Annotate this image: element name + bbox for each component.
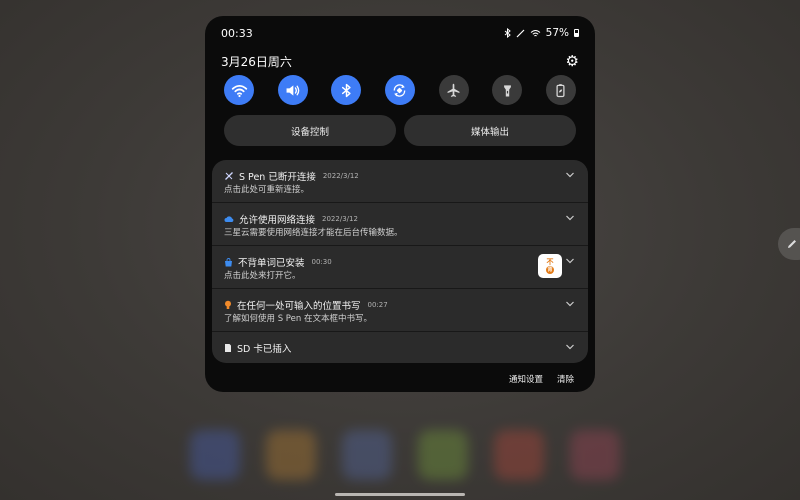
sound-icon bbox=[286, 84, 300, 96]
lightbulb-icon bbox=[225, 300, 231, 309]
chevron-down-icon[interactable] bbox=[565, 343, 575, 351]
status-icons: 57% bbox=[504, 27, 579, 39]
power-saving-toggle[interactable] bbox=[545, 75, 576, 105]
bluetooth-toggle[interactable] bbox=[331, 75, 362, 105]
device-control-button[interactable]: 设备控制 bbox=[224, 115, 396, 146]
notification-title: 不背单词已安装 bbox=[238, 258, 305, 269]
airplane-icon bbox=[447, 83, 460, 97]
pen-icon bbox=[788, 240, 796, 248]
notification-time: 00:27 bbox=[367, 301, 388, 309]
notification-item[interactable]: SD 卡已插入 bbox=[212, 332, 588, 363]
background-dock bbox=[190, 430, 620, 490]
spen-status-icon bbox=[516, 29, 525, 37]
pill-button-row: 设备控制 媒体输出 bbox=[224, 115, 576, 146]
battery-saver-icon bbox=[556, 83, 565, 97]
spen-icon bbox=[225, 172, 233, 180]
notification-title: S Pen 已断开连接 bbox=[239, 172, 316, 183]
notification-time: 00:30 bbox=[311, 258, 332, 266]
sound-toggle[interactable] bbox=[277, 75, 308, 105]
panel-footer: 通知设置 清除 bbox=[509, 373, 574, 385]
flashlight-toggle[interactable] bbox=[492, 75, 523, 105]
clear-button[interactable]: 清除 bbox=[557, 373, 574, 385]
wifi-toggle[interactable] bbox=[224, 75, 254, 105]
notification-item[interactable]: S Pen 已断开连接 2022/3/12 点击此处可重新连接。 bbox=[212, 160, 588, 203]
battery-icon bbox=[574, 29, 579, 37]
notification-time: 2022/3/12 bbox=[322, 215, 358, 223]
notification-title: SD 卡已插入 bbox=[237, 344, 292, 355]
notification-list: S Pen 已断开连接 2022/3/12 点击此处可重新连接。 允许使用网络连… bbox=[212, 160, 588, 363]
date-row: 3月26日周六 ⚙ bbox=[221, 52, 579, 70]
quick-settings-row bbox=[224, 75, 576, 105]
cloud-icon bbox=[224, 216, 234, 222]
notification-text: 点击此处可重新连接。 bbox=[224, 185, 310, 195]
notification-item[interactable]: 在任何一处可输入的位置书写 00:27 了解如何使用 S Pen 在文本框中书写… bbox=[212, 289, 588, 332]
chevron-down-icon[interactable] bbox=[565, 214, 575, 222]
notification-title: 在任何一处可输入的位置书写 bbox=[237, 301, 361, 312]
gear-icon[interactable]: ⚙ bbox=[566, 53, 579, 69]
notification-item[interactable]: 允许使用网络连接 2022/3/12 三星云需要使用网络连接才能在后台传输数据。 bbox=[212, 203, 588, 246]
auto-rotate-icon bbox=[394, 83, 406, 97]
wifi-icon bbox=[231, 84, 247, 97]
app-store-icon bbox=[225, 257, 232, 266]
chevron-down-icon[interactable] bbox=[565, 171, 575, 179]
home-indicator[interactable] bbox=[335, 493, 465, 496]
airplane-toggle[interactable] bbox=[438, 75, 469, 105]
auto-rotate-toggle[interactable] bbox=[384, 75, 415, 105]
chevron-down-icon[interactable] bbox=[565, 257, 575, 265]
notification-header: 在任何一处可输入的位置书写 00:27 bbox=[224, 298, 388, 312]
notification-header: 不背单词已安装 00:30 bbox=[224, 255, 332, 269]
notification-text: 点击此处来打开它。 bbox=[224, 271, 301, 281]
media-output-button[interactable]: 媒体输出 bbox=[404, 115, 576, 146]
notification-header: S Pen 已断开连接 2022/3/12 bbox=[224, 169, 359, 183]
notification-time: 2022/3/12 bbox=[322, 172, 359, 180]
notification-header: 允许使用网络连接 2022/3/12 bbox=[224, 212, 358, 226]
bluetooth-status-icon bbox=[504, 28, 511, 38]
edge-panel-handle[interactable] bbox=[778, 228, 800, 260]
app-logo: 不背 不背 bbox=[538, 254, 562, 278]
battery-percent: 57% bbox=[545, 27, 569, 39]
notification-header: SD 卡已插入 bbox=[224, 341, 291, 355]
flashlight-icon bbox=[503, 84, 511, 96]
notification-panel: 00:33 57% 3月26日周六 ⚙ 设备控制 媒体输出 S Pen 已断开连… bbox=[205, 16, 595, 392]
notification-title: 允许使用网络连接 bbox=[239, 215, 316, 226]
status-time: 00:33 bbox=[221, 26, 253, 40]
sd-card-icon bbox=[225, 344, 231, 352]
notification-item[interactable]: 不背单词已安装 00:30 点击此处来打开它。 不背 不背 bbox=[212, 246, 588, 289]
notification-text: 三星云需要使用网络连接才能在后台传输数据。 bbox=[224, 228, 403, 238]
date-label: 3月26日周六 bbox=[221, 54, 292, 69]
wifi-status-icon bbox=[530, 29, 540, 36]
bluetooth-icon bbox=[341, 83, 351, 97]
notification-settings-link[interactable]: 通知设置 bbox=[509, 373, 543, 385]
status-bar: 00:33 57% bbox=[221, 26, 579, 40]
notification-text: 了解如何使用 S Pen 在文本框中书写。 bbox=[224, 314, 372, 324]
chevron-down-icon[interactable] bbox=[565, 300, 575, 308]
